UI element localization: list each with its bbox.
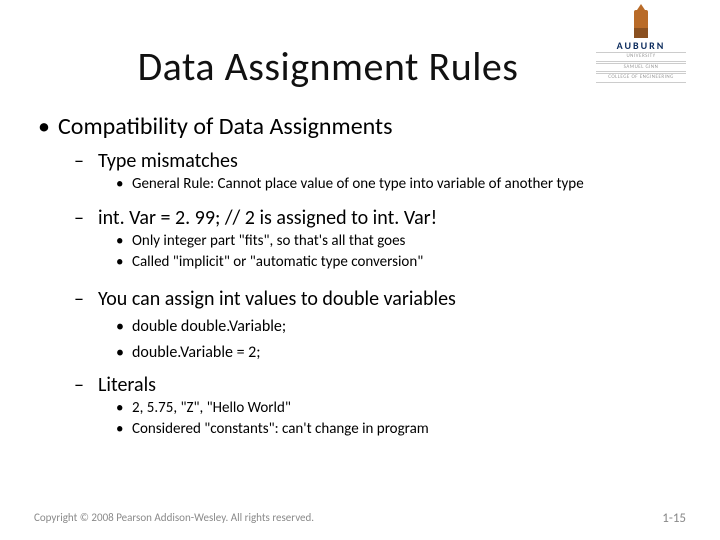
- page-number: 1-15: [662, 511, 686, 526]
- slide-body: Compatibility of Data Assignments Type m…: [0, 112, 720, 439]
- bullet-level3: Considered "constants": can't change in …: [114, 420, 686, 439]
- bullet-level2: Type mismatches: [74, 149, 686, 173]
- bullet-level3: 2, 5.75, "Z", "Hello World": [114, 399, 686, 418]
- bullet-level1: Compatibility of Data Assignments: [34, 112, 686, 141]
- tower-icon: [634, 10, 648, 38]
- logo-text-sub1: UNIVERSITY: [596, 52, 686, 62]
- logo-text-sub2: SAMUEL GINN: [596, 63, 686, 73]
- slide-title: Data Assignment Rules: [0, 28, 596, 91]
- bullet-level2: You can assign int values to double vari…: [74, 287, 686, 311]
- bullet-level2: Literals: [74, 373, 686, 397]
- logo-text-sub3: COLLEGE OF ENGINEERING: [596, 73, 686, 83]
- bullet-level3: Only integer part "fits", so that's all …: [114, 232, 686, 251]
- bullet-level3: double.Variable = 2;: [114, 343, 686, 363]
- logo-text-main: AUBURN: [596, 40, 686, 51]
- footer: Copyright © 2008 Pearson Addison-Wesley.…: [34, 511, 686, 526]
- slide: Data Assignment Rules AUBURN UNIVERSITY …: [0, 0, 720, 540]
- header: Data Assignment Rules AUBURN UNIVERSITY …: [0, 0, 720, 100]
- bullet-level3: General Rule: Cannot place value of one …: [114, 175, 686, 194]
- bullet-level3: Called "implicit" or "automatic type con…: [114, 253, 686, 272]
- university-logo: AUBURN UNIVERSITY SAMUEL GINN COLLEGE OF…: [596, 10, 686, 83]
- bullet-level3: double double.Variable;: [114, 317, 686, 337]
- copyright-text: Copyright © 2008 Pearson Addison-Wesley.…: [34, 511, 314, 526]
- bullet-level2: int. Var = 2. 99; // 2 is assigned to in…: [74, 206, 686, 230]
